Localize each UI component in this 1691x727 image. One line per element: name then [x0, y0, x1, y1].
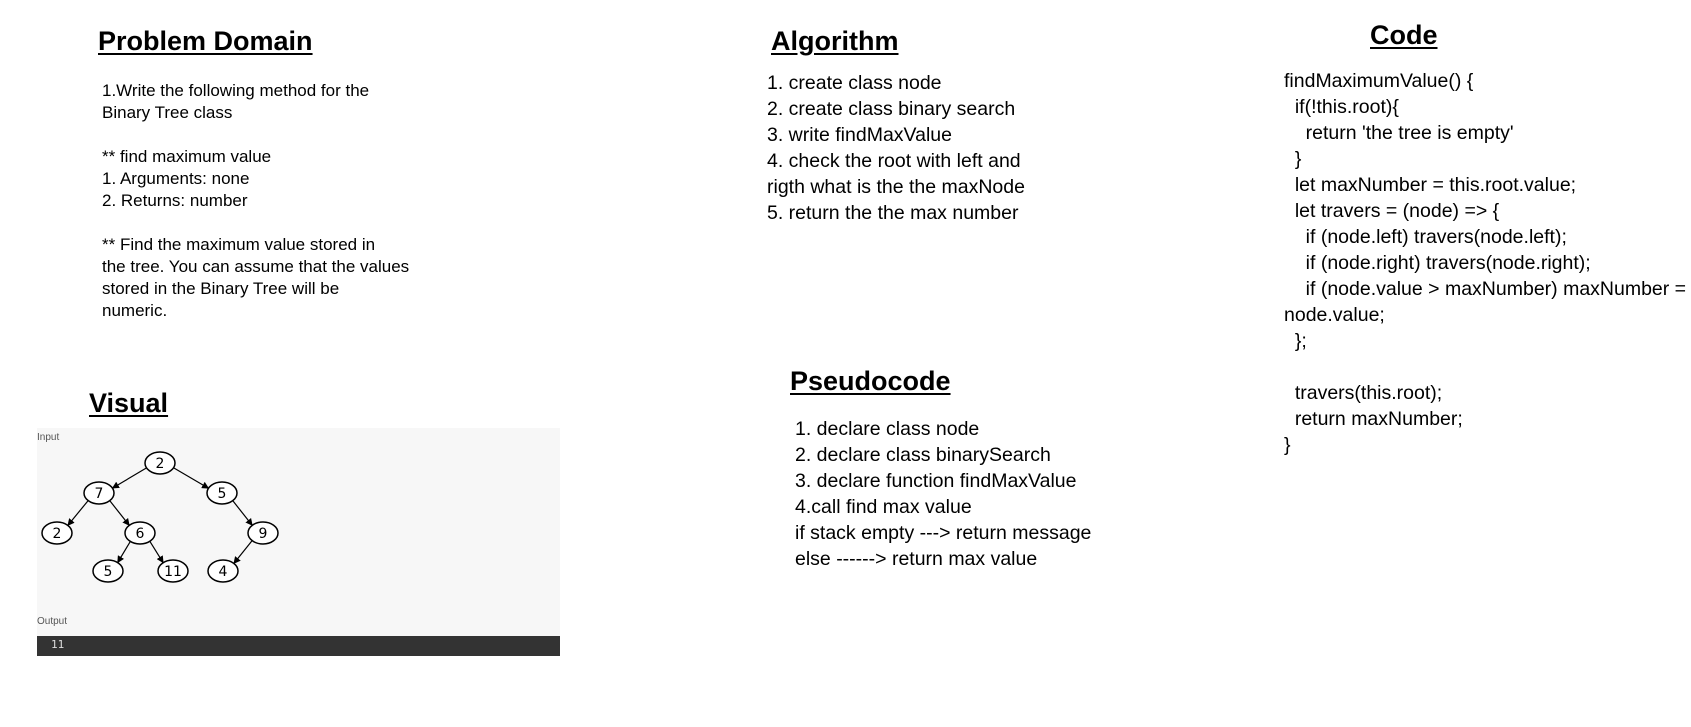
tree-edge	[117, 541, 131, 564]
tree-node-value: 4	[219, 564, 228, 580]
text-line: let maxNumber = this.root.value;	[1284, 174, 1577, 196]
text-line: 4.call find max value	[795, 496, 972, 518]
text-line: node.value;	[1284, 304, 1385, 326]
text-line: return 'the tree is empty'	[1284, 122, 1514, 144]
problem-domain-heading: Problem Domain	[98, 26, 313, 56]
output-label: Output	[37, 616, 67, 627]
text-line: return maxNumber;	[1284, 408, 1463, 430]
code-heading: Code	[1370, 20, 1438, 50]
text-line: 3. write findMaxValue	[767, 124, 952, 146]
tree-node-value: 11	[164, 564, 182, 580]
tree-node-value: 2	[53, 526, 62, 542]
tree-node: 4	[207, 559, 239, 583]
text-line: if (node.value > maxNumber) maxNumber =	[1284, 278, 1687, 300]
code-listing: findMaximumValue() { if(!this.root){ ret…	[1284, 68, 1686, 458]
tree-node: 5	[206, 481, 238, 505]
tree-edge	[232, 500, 253, 526]
text-line: ** Find the maximum value stored in	[102, 235, 376, 254]
text-line: 1. create class node	[767, 72, 942, 94]
tree-node: 9	[247, 521, 279, 545]
pseudocode-steps: 1. declare class node 2. declare class bi…	[795, 416, 1091, 572]
text-line: findMaximumValue() {	[1284, 70, 1474, 92]
algorithm-heading: Algorithm	[771, 26, 899, 56]
tree-node-value: 6	[136, 526, 145, 542]
tree-node-value: 7	[95, 486, 104, 502]
tree-edge	[67, 500, 89, 526]
tree-edge	[109, 500, 130, 526]
tree-edge	[233, 540, 253, 564]
output-bar: 11	[37, 636, 560, 656]
tree-node-value: 5	[218, 486, 227, 502]
tree-node: 6	[124, 521, 156, 545]
text-line: 2. create class binary search	[767, 98, 1016, 120]
text-line	[102, 124, 409, 146]
tree-edge	[149, 540, 164, 564]
tree-node: 11	[157, 559, 189, 583]
text-line: stored in the Binary Tree will be	[102, 279, 340, 298]
text-line: 3. declare function findMaxValue	[795, 470, 1077, 492]
text-line: 2. declare class binarySearch	[795, 444, 1051, 466]
output-value: 11	[51, 638, 65, 651]
problem-domain-text: 1.Write the following method for the Bina…	[102, 80, 409, 322]
text-line: };	[1284, 330, 1307, 352]
visual-panel: Input Output 2 7 5 2 6 9 5 11 4 11	[37, 428, 560, 656]
tree-node-value: 9	[259, 526, 268, 542]
text-line: the tree. You can assume that the values	[102, 257, 410, 276]
tree-node: 7	[83, 481, 115, 505]
tree-node: 2	[41, 521, 73, 545]
input-label: Input	[37, 432, 59, 443]
text-line: if stack empty ---> return message	[795, 522, 1092, 544]
tree-node: 2	[144, 451, 176, 475]
text-line: if(!this.root){	[1284, 96, 1399, 118]
tree-node-value: 5	[104, 564, 113, 580]
visual-heading: Visual	[89, 388, 169, 418]
text-line: }	[1284, 148, 1302, 170]
text-line: 1. Arguments: none	[102, 169, 250, 188]
text-line: travers(this.root);	[1284, 382, 1443, 404]
text-line: numeric.	[102, 301, 168, 320]
text-line: else ------> return max value	[795, 548, 1038, 570]
text-line: }	[1284, 434, 1291, 456]
text-line: 1.Write the following method for the	[102, 81, 370, 100]
text-line: 4. check the root with left and	[767, 150, 1021, 172]
text-line: 1. declare class node	[795, 418, 980, 440]
binary-tree-diagram: Input Output 2 7 5 2 6 9 5 11 4	[37, 432, 279, 627]
tree-node-value: 2	[156, 456, 165, 472]
text-line: if (node.right) travers(node.right);	[1284, 252, 1591, 274]
text-line: 5. return the the max number	[767, 202, 1019, 224]
text-line: Binary Tree class	[102, 103, 233, 122]
text-line: if (node.left) travers(node.left);	[1284, 226, 1567, 248]
text-line: let travers = (node) => {	[1284, 200, 1500, 222]
text-line: 2. Returns: number	[102, 191, 248, 210]
text-line	[102, 212, 409, 234]
text-line: ** find maximum value	[102, 147, 272, 166]
tree-edge	[111, 467, 147, 489]
tree-node: 5	[92, 559, 124, 583]
pseudocode-heading: Pseudocode	[790, 366, 951, 396]
tree-edge	[173, 467, 210, 489]
text-line	[1284, 354, 1686, 380]
text-line: rigth what is the the maxNode	[767, 176, 1025, 198]
algorithm-steps: 1. create class node 2. create class bina…	[767, 70, 1025, 226]
